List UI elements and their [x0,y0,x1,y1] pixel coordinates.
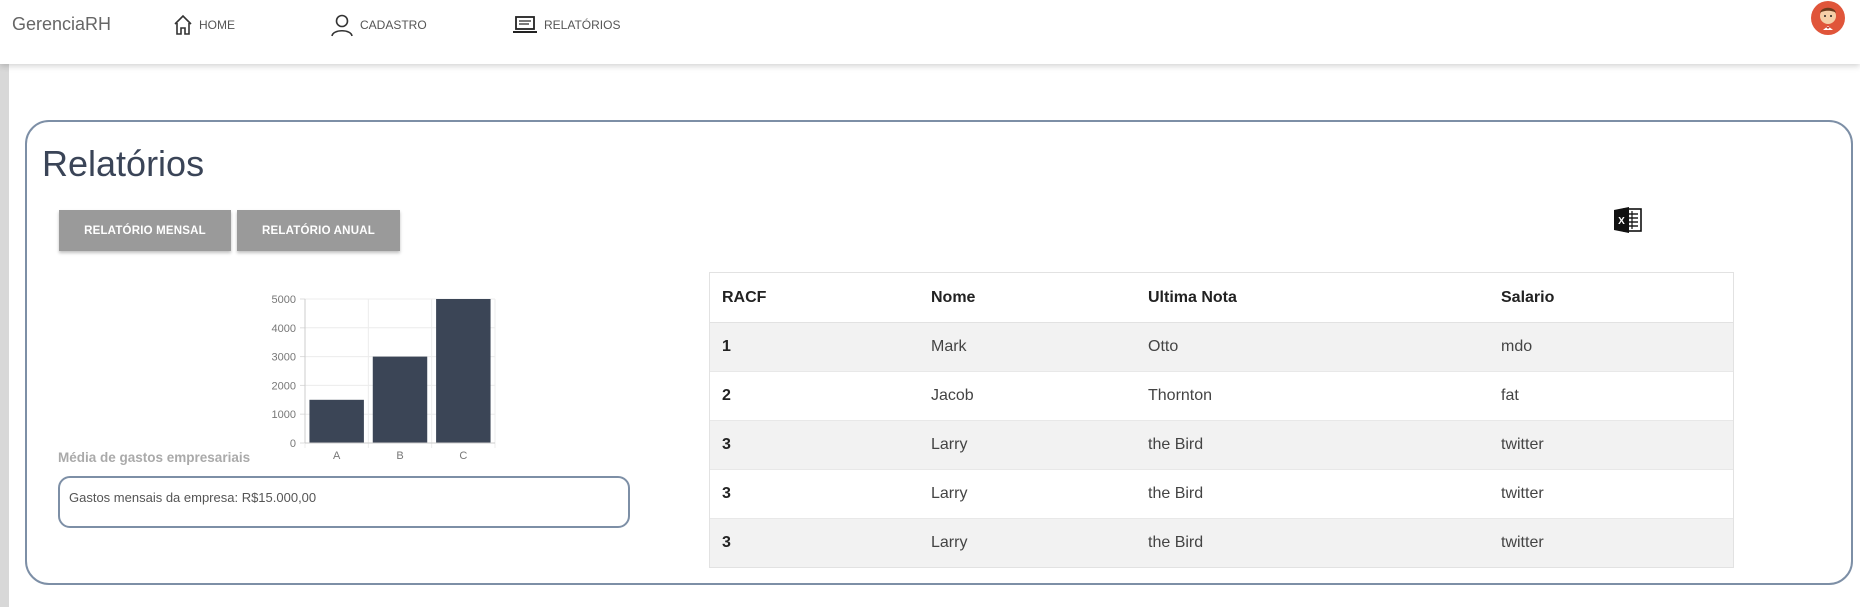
y-tick-label: 1000 [272,409,296,421]
table-header-row: RACF Nome Ultima Nota Salario [710,273,1733,323]
chart-bar-A [309,399,364,443]
cell-salario: mdo [1489,322,1733,372]
cell-ultima-nota: Thornton [1136,371,1489,421]
chart-bar-B [372,356,428,443]
monthly-expenses-box: Gastos mensais da empresa: R$15.000,00 [58,476,630,528]
table-row: 3 Larry the Bird twitter [710,469,1733,519]
chart-bar-C [436,299,491,443]
home-icon [173,14,193,36]
nav-cadastro[interactable]: CADASTRO [330,12,427,38]
annual-report-button[interactable]: RELATÓRIO ANUAL [237,210,400,251]
monthly-expenses-text: Gastos mensais da empresa: R$15.000,00 [69,490,317,505]
col-header-salario: Salario [1489,273,1733,323]
cell-nome: Larry [919,469,1136,519]
cell-nome: Jacob [919,371,1136,421]
table-row: 2 Jacob Thornton fat [710,371,1733,421]
cell-nome: Mark [919,322,1136,372]
x-tick-label: B [396,450,403,462]
nav-home-label: HOME [199,18,235,32]
brand-logo[interactable]: GerenciaRH [12,14,111,35]
y-tick-label: 4000 [272,323,296,335]
left-edge-bar [0,64,9,607]
cell-ultima-nota: Otto [1136,322,1489,372]
chart-caption: Média de gastos empresariais [58,450,251,465]
laptop-icon [512,15,538,35]
y-tick-label: 0 [290,438,296,450]
table-row: 3 Larry the Bird twitter [710,518,1733,567]
cell-ultima-nota: the Bird [1136,518,1489,567]
x-tick-label: C [459,450,467,462]
nav-cadastro-label: CADASTRO [360,18,427,32]
top-navbar: GerenciaRH HOME CADASTRO RELATÓRIOS [0,0,1860,64]
table-row: 1 Mark Otto mdo [710,322,1733,372]
employees-table: RACF Nome Ultima Nota Salario 1 Mark Ott… [709,272,1734,568]
cell-racf: 3 [710,518,919,567]
y-tick-label: 2000 [272,380,296,392]
cell-salario: fat [1489,371,1733,421]
cell-racf: 3 [710,420,919,470]
nav-relatorios[interactable]: RELATÓRIOS [512,12,620,38]
cell-ultima-nota: the Bird [1136,469,1489,519]
cell-racf: 2 [710,371,919,421]
expenses-bar-chart: 0 1000 2000 3000 4000 5000 A B C [272,294,496,462]
y-tick-label: 5000 [272,294,296,306]
cell-salario: twitter [1489,469,1733,519]
cell-nome: Larry [919,420,1136,470]
cell-racf: 3 [710,469,919,519]
table-row: 3 Larry the Bird twitter [710,420,1733,470]
page-title: Relatórios [42,143,205,184]
cell-ultima-nota: the Bird [1136,420,1489,470]
col-header-nome: Nome [919,273,1136,323]
cell-racf: 1 [710,322,919,372]
user-avatar[interactable] [1810,0,1846,36]
cell-salario: twitter [1489,420,1733,470]
col-header-racf: RACF [710,273,919,323]
svg-text:X: X [1618,216,1625,227]
x-tick-label: A [333,450,341,462]
nav-home[interactable]: HOME [173,12,235,38]
col-header-ultima-nota: Ultima Nota [1136,273,1489,323]
monthly-report-button[interactable]: RELATÓRIO MENSAL [59,210,231,251]
user-icon [330,13,354,37]
nav-relatorios-label: RELATÓRIOS [544,18,621,32]
y-tick-label: 3000 [272,352,296,364]
cell-salario: twitter [1489,518,1733,567]
excel-export-icon[interactable]: X [1613,206,1643,234]
cell-nome: Larry [919,518,1136,567]
